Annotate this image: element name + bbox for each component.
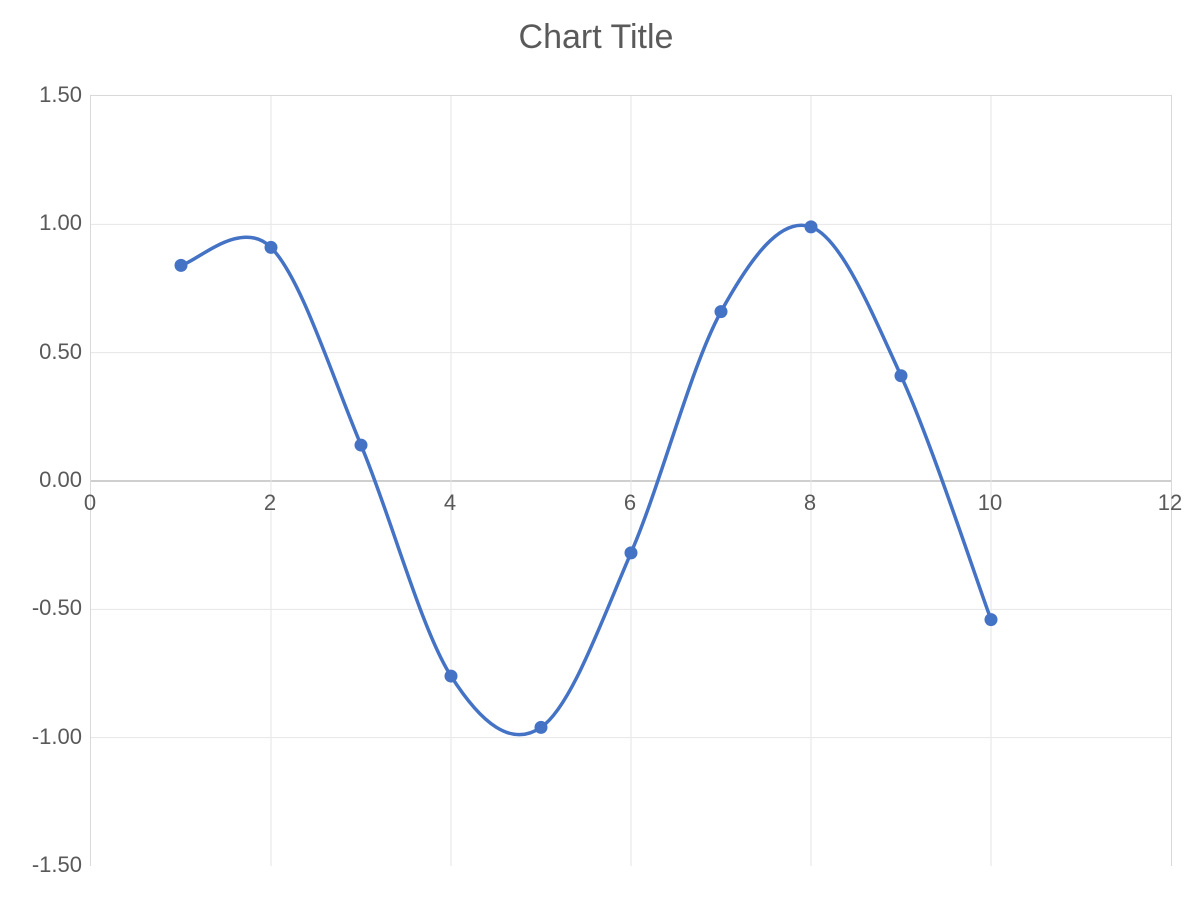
y-tick-label: 1.00: [0, 210, 82, 236]
x-tick-label: 8: [804, 490, 816, 516]
data-point: [985, 613, 998, 626]
x-tick-label: 12: [1158, 490, 1182, 516]
chart-title: Chart Title: [0, 18, 1192, 57]
y-tick-label: 0.50: [0, 339, 82, 365]
x-tick-label: 6: [624, 490, 636, 516]
y-tick-label: 0.00: [0, 467, 82, 493]
y-tick-label: -1.50: [0, 852, 82, 878]
chart-svg: [91, 96, 1171, 866]
data-point: [535, 721, 548, 734]
x-tick-label: 0: [84, 490, 96, 516]
chart-container: Chart Title -1.50 -1.00 -0.50 0.00 0.50 1.00 1…: [0, 0, 1192, 917]
data-point: [265, 241, 278, 254]
data-point: [805, 220, 818, 233]
data-point: [175, 259, 188, 272]
data-point: [355, 439, 368, 452]
y-tick-label: 1.50: [0, 82, 82, 108]
x-tick-label: 4: [444, 490, 456, 516]
x-tick-label: 2: [264, 490, 276, 516]
series-line: [181, 225, 991, 734]
data-point: [445, 670, 458, 683]
y-tick-label: -0.50: [0, 595, 82, 621]
x-tick-label: 10: [978, 490, 1002, 516]
data-point: [715, 305, 728, 318]
plot-area: [90, 95, 1172, 866]
data-point: [895, 369, 908, 382]
data-point: [625, 546, 638, 559]
y-tick-label: -1.00: [0, 724, 82, 750]
